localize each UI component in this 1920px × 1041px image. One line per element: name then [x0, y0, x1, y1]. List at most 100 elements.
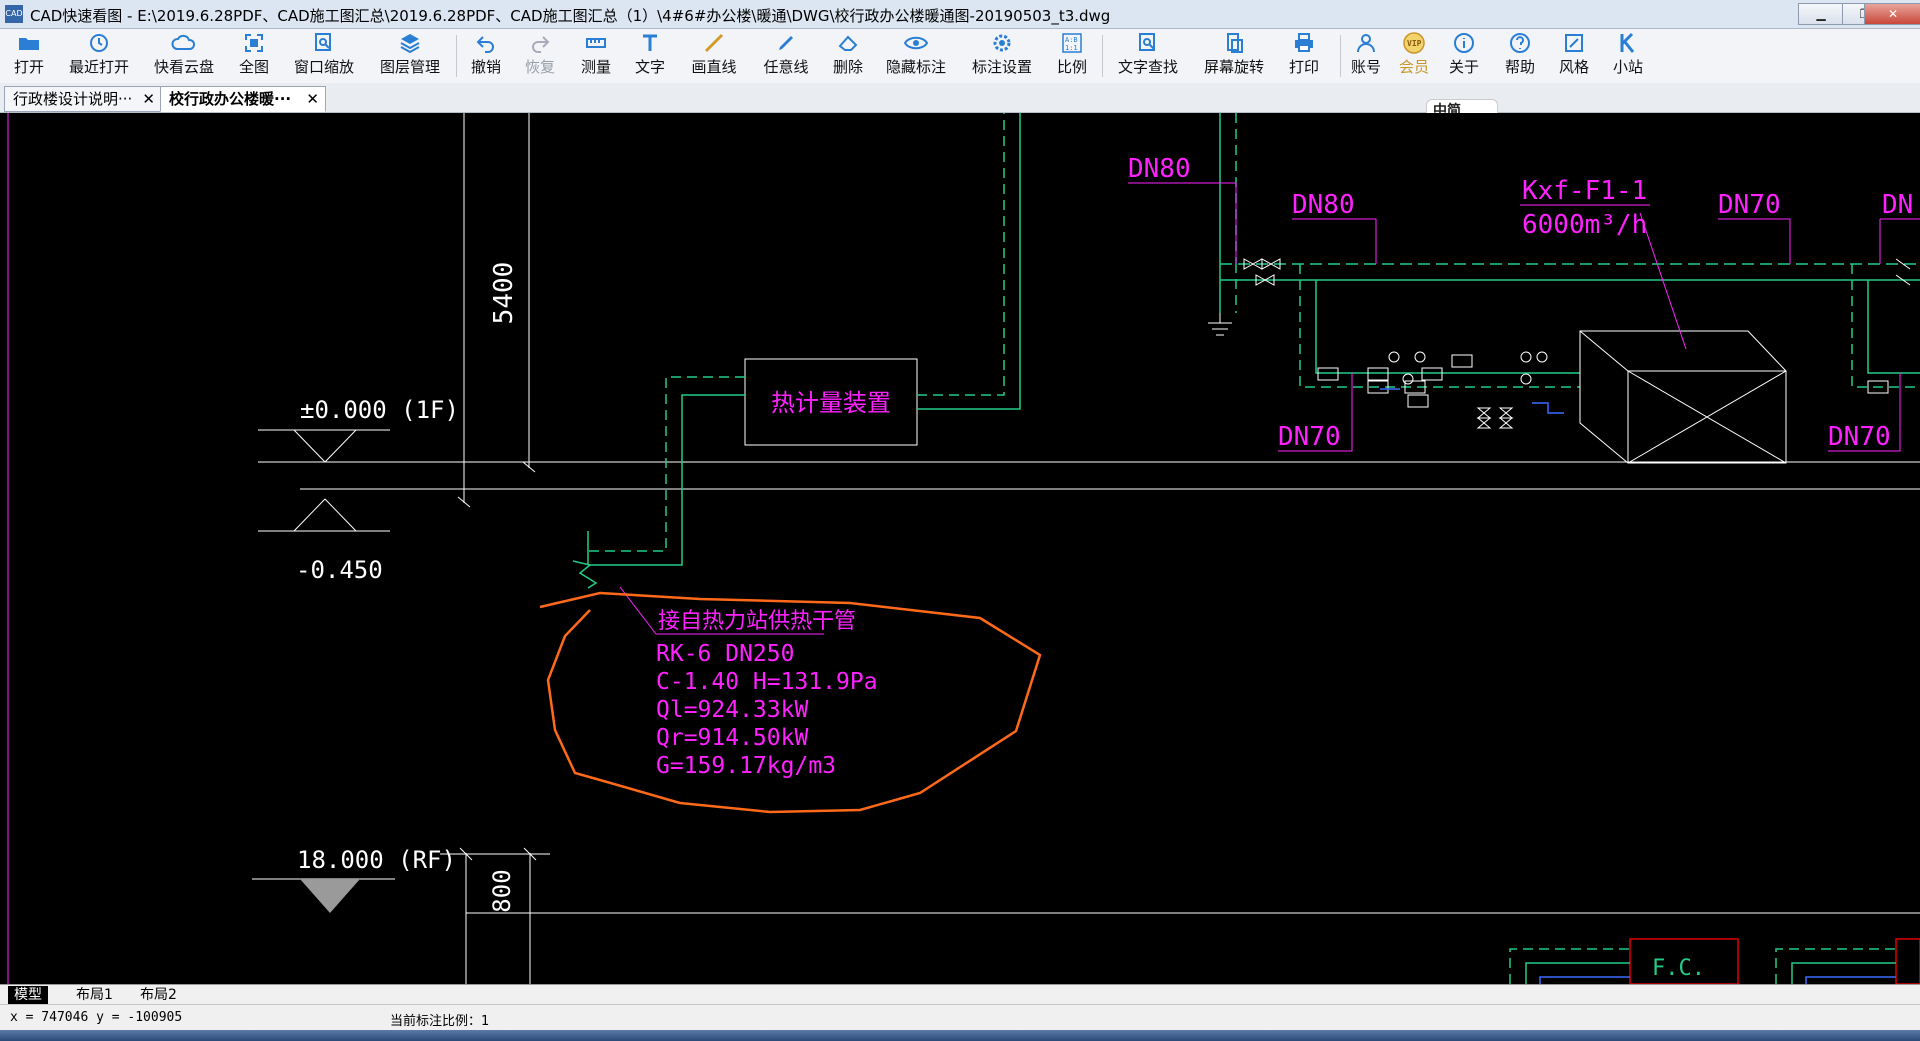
svg-text:A:B: A:B [1065, 36, 1078, 44]
note-line: Qr=914.50kW [656, 725, 808, 751]
ground-symbol [1208, 313, 1232, 336]
scale-button[interactable]: A:B 1:1 比例 [1054, 31, 1090, 81]
os-taskbar [0, 1030, 1920, 1041]
close-tab-icon[interactable]: ✕ [306, 87, 319, 111]
delete-button[interactable]: 删除 [830, 31, 866, 81]
main-toolbar: 打开 最近打开 快看云盘 全图 窗口缩放 图层管理 撤销 恢复 测量 文字 画直… [0, 29, 1920, 84]
k-logo-icon [1620, 32, 1635, 53]
printer-icon [1295, 33, 1313, 52]
clock-icon [90, 34, 108, 52]
help-icon [1510, 33, 1530, 53]
close-tab-icon[interactable]: ✕ [142, 87, 155, 111]
note-line: C-1.40 H=131.9Pa [656, 669, 878, 695]
unit-flow-label: 6000m³/h [1522, 210, 1647, 240]
toolbar-separator [456, 35, 457, 77]
help-button[interactable]: 帮助 [1502, 31, 1538, 81]
folder-icon [19, 38, 39, 50]
fit-all-button[interactable]: 全图 [236, 31, 272, 81]
cloud-icon [171, 34, 196, 50]
fullscreen-icon [245, 34, 263, 52]
title-bar: CAD CAD快速看图 - E:\2019.6.28PDF、CAD施工图汇总\2… [0, 0, 1920, 29]
draw-line-button[interactable]: 画直线 [688, 31, 740, 81]
line-icon [704, 33, 724, 53]
dim-800-label: 800 [488, 869, 516, 912]
note-line: G=159.17kg/m3 [656, 753, 836, 779]
dn70-label: DN70 [1718, 190, 1781, 220]
tab-layout2[interactable]: 布局2 [134, 986, 183, 1004]
toolbar-separator [1102, 35, 1103, 77]
ruler-icon [586, 38, 606, 48]
text-button[interactable]: 文字 [632, 31, 668, 81]
dimension-800 [440, 847, 550, 984]
level-marker-18 [252, 878, 395, 913]
level-18-label: 18.000 (RF) [297, 846, 456, 874]
dn70-label: DN70 [1278, 422, 1341, 452]
vip-button[interactable]: VIP 会员 [1396, 31, 1432, 81]
recent-button[interactable]: 最近打开 [64, 31, 134, 81]
hide-annotation-button[interactable]: 隐藏标注 [884, 31, 948, 81]
dn80-label: DN80 [1128, 154, 1191, 184]
svg-text:VIP: VIP [1407, 39, 1422, 48]
find-text-button[interactable]: 文字查找 [1114, 31, 1182, 81]
close-button[interactable]: ✕ [1864, 3, 1920, 25]
fan-coil-units [1509, 938, 1920, 984]
skin-icon [1565, 34, 1583, 52]
note-line: Ql=924.33kW [656, 697, 808, 723]
account-button[interactable]: 账号 [1348, 31, 1384, 81]
style-button[interactable]: 风格 [1556, 31, 1592, 81]
cad-drawing: 5400 ±0.000 (1F) -0.450 18.000 (RF) 800 … [7, 113, 1920, 984]
valve-symbols [1243, 258, 1911, 429]
zoom-window-icon [315, 33, 331, 51]
window-title: CAD快速看图 - E:\2019.6.28PDF、CAD施工图汇总\2019.… [30, 7, 1111, 25]
measure-button[interactable]: 测量 [578, 31, 614, 81]
gear-icon [993, 34, 1011, 52]
svg-text:1:1: 1:1 [1065, 44, 1078, 52]
redo-button[interactable]: 恢复 [522, 31, 558, 81]
info-icon [1454, 33, 1474, 53]
dn80-label: DN80 [1292, 190, 1355, 220]
fan-coil-label: F.C. [1652, 956, 1705, 981]
level-marker-neg045 [258, 498, 390, 532]
pen-icon [779, 36, 793, 50]
tab-model[interactable]: 模型 [8, 986, 48, 1004]
eye-icon [903, 36, 929, 50]
layout-tabs: 模型 布局1 布局2 [0, 984, 1920, 1005]
level-0-label: ±0.000 (1F) [300, 396, 459, 424]
print-button[interactable]: 打印 [1286, 31, 1322, 81]
toolbar-separator [1340, 35, 1341, 77]
document-tabs: 行政楼设计说明··· ✕ 校行政办公楼暖··· ✕ [0, 83, 1920, 113]
vip-badge-icon: VIP [1403, 32, 1425, 54]
annotation-scale: 当前标注比例：1 [390, 1014, 490, 1029]
rotate-icon [1227, 33, 1243, 53]
unit-code-label: Kxf-F1-1 [1522, 176, 1647, 206]
cloud-button[interactable]: 快看云盘 [150, 31, 218, 81]
level-marker-0 [258, 429, 390, 463]
minimize-button[interactable]: ▁ [1798, 3, 1844, 25]
window-zoom-button[interactable]: 窗口缩放 [292, 31, 356, 81]
freeline-button[interactable]: 任意线 [760, 31, 812, 81]
rotate-screen-button[interactable]: 屏幕旋转 [1200, 31, 1268, 81]
text-icon [643, 34, 657, 51]
tab-label: 校行政办公楼暖··· [169, 90, 292, 108]
about-button[interactable]: 关于 [1446, 31, 1482, 81]
undo-icon [476, 36, 494, 53]
tab-layout1[interactable]: 布局1 [70, 986, 119, 1004]
annotation-settings-button[interactable]: 标注设置 [970, 31, 1034, 81]
tab-design-notes[interactable]: 行政楼设计说明··· ✕ [4, 86, 162, 112]
station-button[interactable]: 小站 [1610, 31, 1646, 81]
tab-hvac-drawing[interactable]: 校行政办公楼暖··· ✕ [160, 86, 326, 112]
heat-meter-label: 热计量装置 [771, 389, 891, 417]
undo-button[interactable]: 撤销 [468, 31, 504, 81]
dn-label-edge: DN [1882, 190, 1913, 220]
branch-pipes [1219, 113, 1920, 388]
layers-button[interactable]: 图层管理 [378, 31, 442, 81]
search-icon [1139, 33, 1155, 51]
status-bar: x = 747046 y = -100905 当前标注比例：1 [0, 1004, 1920, 1031]
cursor-coordinates: x = 747046 y = -100905 [10, 1010, 183, 1025]
drawing-canvas[interactable]: 5400 ±0.000 (1F) -0.450 18.000 (RF) 800 … [0, 113, 1920, 984]
air-handling-unit [1579, 330, 1787, 464]
layers-icon [400, 34, 420, 54]
dim-5400-label: 5400 [489, 262, 519, 325]
open-button[interactable]: 打开 [8, 31, 50, 81]
app-icon: CAD [5, 5, 23, 23]
